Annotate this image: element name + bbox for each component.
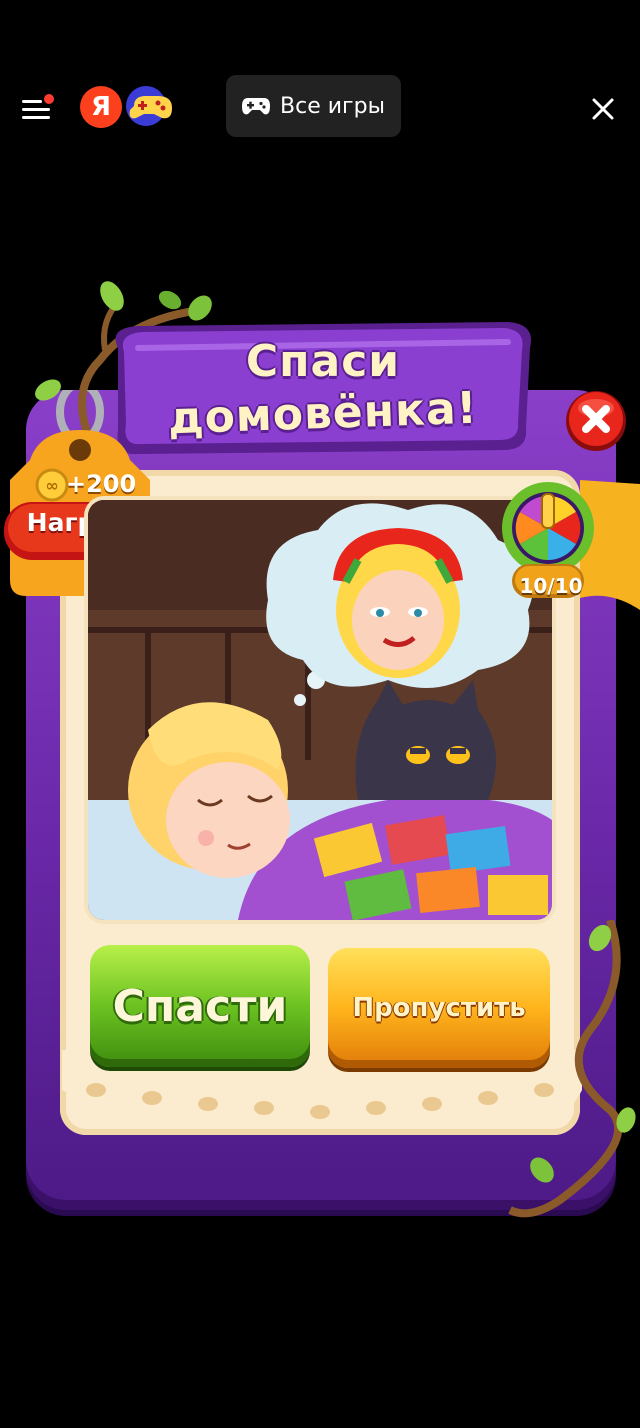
save-brownie-dialog: Спаси домовёнка! ∞ +200 Награда	[0, 280, 640, 1240]
sleeping-boy-illustration	[88, 500, 552, 920]
story-illustration	[88, 500, 552, 920]
all-games-label: Все игры	[280, 93, 385, 119]
yandex-games-logo-icon[interactable]	[124, 84, 176, 128]
svg-text:∞: ∞	[45, 476, 58, 495]
top-bar: Я Все игры	[0, 70, 640, 142]
save-button-label: Спасти	[112, 980, 288, 1032]
dialog-close-button[interactable]	[564, 388, 628, 452]
gamepad-icon	[242, 98, 271, 115]
reward-amount: +200	[66, 470, 137, 498]
close-icon[interactable]	[586, 92, 620, 126]
title-line-1: Спаси	[245, 336, 401, 387]
all-games-button[interactable]: Все игры	[226, 75, 401, 137]
menu-button[interactable]	[22, 94, 56, 122]
level-progress-badge	[502, 480, 640, 610]
save-button[interactable]: Спасти	[90, 945, 310, 1067]
notification-dot	[44, 94, 54, 104]
yandex-logo[interactable]: Я	[80, 86, 122, 128]
level-progress-count: 10/10	[519, 574, 583, 598]
vine-decoration-right	[508, 920, 636, 1218]
title-line-2: домовёнка!	[167, 382, 479, 445]
